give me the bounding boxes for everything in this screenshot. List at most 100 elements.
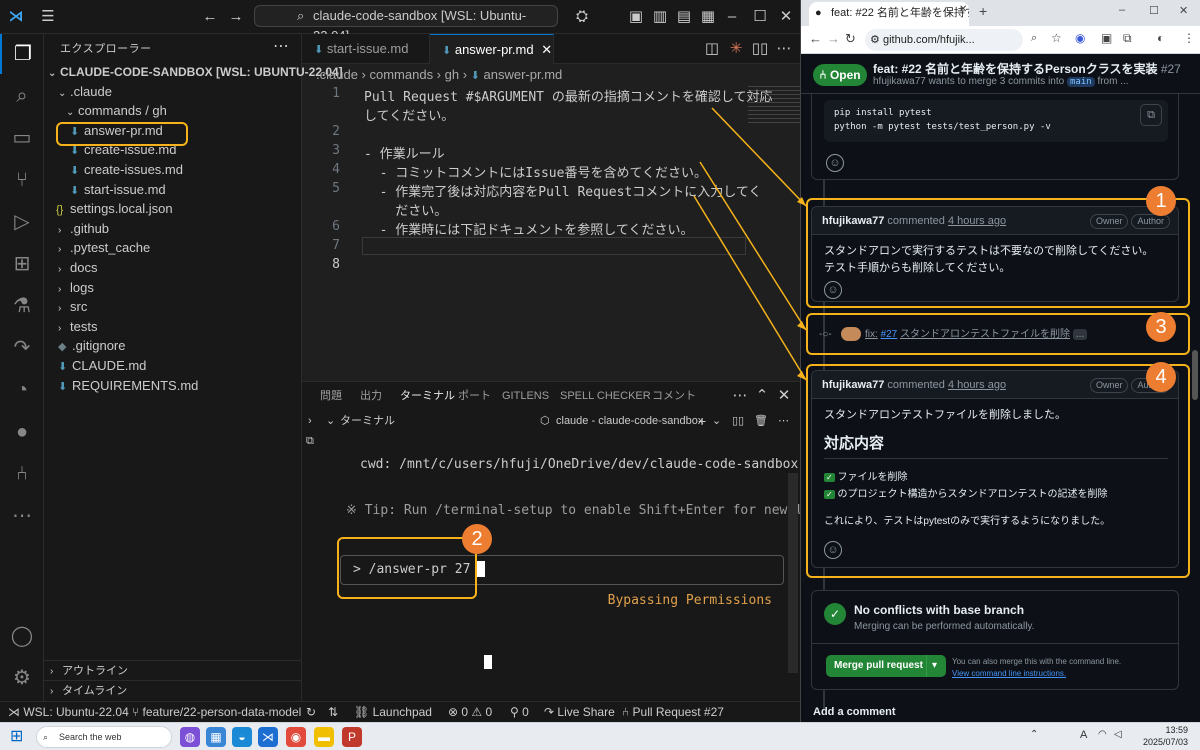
code-editor[interactable]: 1 Pull Request #$ARGUMENT の最新の指摘コメントを確認して… xyxy=(302,86,800,380)
split-terminal-icon[interactable]: ▯▯ xyxy=(732,409,744,433)
terminal-name[interactable]: claude - claude-code-sandbox xyxy=(556,409,703,433)
breadcrumb-item[interactable]: .claude xyxy=(316,67,358,82)
close-panel-icon[interactable]: ✕ xyxy=(770,382,798,410)
close-icon[interactable]: ✕ xyxy=(1179,4,1188,17)
terminal-tab-icon[interactable]: ⧉ xyxy=(306,435,314,448)
tree-file[interactable]: {} settings.local.json xyxy=(44,199,302,219)
new-tab-icon[interactable]: + xyxy=(979,3,987,19)
outline-section[interactable]: › アウトライン xyxy=(44,660,302,680)
tree-file[interactable]: ⬇ start-issue.md xyxy=(44,180,302,200)
github-icon[interactable]: ● xyxy=(0,412,44,452)
extensions-icon[interactable]: ⊞ xyxy=(0,244,44,284)
tree-folder[interactable]: › logs xyxy=(44,278,302,298)
browser-tab[interactable]: ● feat: #22 名前と年齢を保持するP xyxy=(809,2,969,26)
merge-button[interactable]: Merge pull request ▾ xyxy=(826,655,946,677)
new-terminal-icon[interactable]: + xyxy=(698,409,706,433)
tree-folder[interactable]: › .pytest_cache xyxy=(44,238,302,258)
source-control-icon[interactable]: ⑂ xyxy=(0,160,44,200)
branch-indicator[interactable]: ⑂ feature/22-person-data-model xyxy=(132,702,301,722)
minimize-icon[interactable]: – xyxy=(1119,4,1125,16)
clock[interactable]: 13:59 2025/07/03 xyxy=(1130,724,1188,748)
terminal-scrollbar[interactable] xyxy=(788,473,798,673)
workspace-folder[interactable]: ⌄ CLAUDE-CODE-SANDBOX [WSL: UBUNTU-22.04] xyxy=(44,62,343,82)
extension-icon[interactable]: ▣ xyxy=(1101,31,1112,45)
vscode-taskbar-icon[interactable]: ⋊ xyxy=(258,727,278,747)
panel-tab[interactable]: 問題 xyxy=(320,382,342,410)
chevron-right-icon[interactable]: › xyxy=(308,409,312,433)
tray-chevron-icon[interactable]: ⌃ xyxy=(1030,729,1038,740)
windows-start-icon[interactable]: ⊞ xyxy=(10,727,23,747)
live-share-icon[interactable]: ↷ xyxy=(0,328,44,368)
live-share-status[interactable]: ↷ Live Share xyxy=(544,702,615,722)
ports-indicator[interactable]: ⚲ 0 xyxy=(510,702,529,722)
forward-icon[interactable]: → xyxy=(827,31,840,46)
tree-folder[interactable]: ⌄ commands / gh xyxy=(44,101,302,121)
command-center[interactable]: ⌕ claude-code-sandbox [WSL: Ubuntu-22.04… xyxy=(254,5,558,43)
explorer-icon[interactable]: ❐ xyxy=(0,34,44,74)
bookmark-star-icon[interactable]: ☆ xyxy=(1051,31,1062,45)
command-line-link[interactable]: View command line instructions. xyxy=(952,669,1066,678)
panel-tab[interactable]: SPELL CHECKER xyxy=(560,382,651,410)
pull-request-status[interactable]: ⑃ Pull Request #27 xyxy=(622,702,724,722)
profile-avatar[interactable]: ◐ xyxy=(1157,31,1164,45)
forward-icon[interactable]: → xyxy=(222,0,250,34)
panel-tab[interactable]: GITLENS xyxy=(502,382,549,410)
publish-icon[interactable]: ⇅ xyxy=(328,702,338,722)
tree-file[interactable]: ⬇ create-issues.md xyxy=(44,160,302,180)
chevron-down-icon[interactable]: ⌄ xyxy=(712,409,721,433)
remote-indicator[interactable]: ⋊ WSL: Ubuntu-22.04 xyxy=(8,702,129,722)
tree-folder[interactable]: ⌄ .claude xyxy=(44,82,302,102)
trash-icon[interactable]: 🗑 xyxy=(754,409,768,433)
menu-icon[interactable]: ☰ xyxy=(34,0,62,34)
tree-file[interactable]: ◆ .gitignore xyxy=(44,336,302,356)
settings-gear-icon[interactable]: ⚙ xyxy=(0,658,44,698)
tree-folder[interactable]: › src xyxy=(44,297,302,317)
taskbar-search[interactable]: ⌕ Search the web xyxy=(36,726,172,748)
tree-folder[interactable]: › docs xyxy=(44,258,302,278)
tree-folder[interactable]: › .github xyxy=(44,219,302,239)
claude-icon[interactable]: ◔ xyxy=(0,370,44,410)
reload-icon[interactable]: ↻ xyxy=(845,31,856,47)
accounts-icon[interactable]: ◯ xyxy=(0,616,44,656)
remote-explorer-icon[interactable]: ▭ xyxy=(0,118,44,158)
timeline-section[interactable]: › タイムライン xyxy=(44,680,302,700)
minimize-icon[interactable]: – xyxy=(718,0,746,34)
breadcrumb-item[interactable]: answer-pr.md xyxy=(484,67,563,82)
tree-file[interactable]: ⬇ REQUIREMENTS.md xyxy=(44,376,302,396)
back-icon[interactable]: ← xyxy=(809,31,822,46)
wifi-icon[interactable]: ◠ xyxy=(1098,729,1107,740)
volume-icon[interactable]: ◁ xyxy=(1114,729,1122,740)
tab-start-issue[interactable]: ⬇ start-issue.md xyxy=(302,34,430,64)
panel-tab[interactable]: ポート xyxy=(458,382,491,410)
maximize-icon[interactable]: ☐ xyxy=(1149,4,1159,17)
extensions-puzzle-icon[interactable]: ⧉ xyxy=(1123,31,1132,46)
testing-icon[interactable]: ⚗ xyxy=(0,286,44,326)
app-icon[interactable]: ▦ xyxy=(206,727,226,747)
panel-tab[interactable]: コメント xyxy=(652,382,696,410)
address-bar[interactable]: ⚙ github.com/hfujik... xyxy=(865,29,1023,51)
zoom-icon[interactable]: ⌕ xyxy=(1031,32,1037,45)
extension-icon[interactable]: ◉ xyxy=(1075,31,1085,45)
chrome-taskbar-icon[interactable]: ◉ xyxy=(286,727,306,747)
tab-close-icon[interactable]: ✕ xyxy=(541,42,552,57)
tree-file[interactable]: ⬇ CLAUDE.md xyxy=(44,356,302,376)
chevron-down-icon[interactable]: ▾ xyxy=(926,655,937,677)
chevron-down-icon[interactable]: ⌄ xyxy=(326,409,335,433)
panel-tab[interactable]: ターミナル xyxy=(400,382,455,410)
panel-tab[interactable]: 出力 xyxy=(360,382,382,410)
maximize-icon[interactable]: ☐ xyxy=(746,0,774,34)
base-branch[interactable]: main xyxy=(1066,77,1095,87)
file-explorer-icon[interactable]: ▬ xyxy=(314,727,334,747)
powerpoint-icon[interactable]: P xyxy=(342,727,362,747)
more-icon[interactable]: ⋯ xyxy=(0,496,44,536)
problems-indicator[interactable]: ⊗ 0 ⚠ 0 xyxy=(448,702,492,722)
breadcrumb-item[interactable]: commands xyxy=(369,67,433,82)
more-actions-icon[interactable]: ⋯ xyxy=(770,34,798,64)
run-debug-icon[interactable]: ▷ xyxy=(0,202,44,242)
close-icon[interactable]: ✕ xyxy=(772,0,800,34)
tree-folder[interactable]: › tests xyxy=(44,317,302,337)
tab-answer-pr[interactable]: ⬇ answer-pr.md ✕ xyxy=(430,34,554,64)
more-icon[interactable]: ⋯ xyxy=(778,409,789,433)
copilot-icon[interactable]: ⛭ xyxy=(568,0,596,34)
pull-requests-icon[interactable]: ⑃ xyxy=(0,454,44,494)
